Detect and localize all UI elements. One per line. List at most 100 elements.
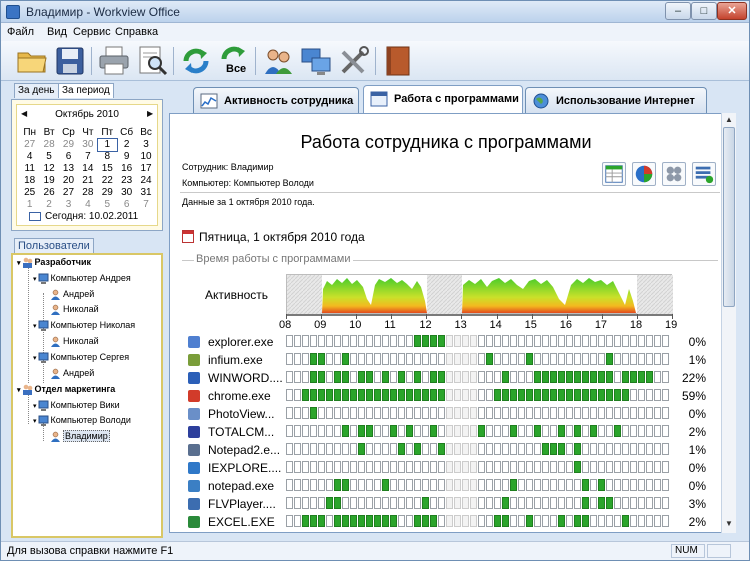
scroll-up-icon[interactable]: ▲: [724, 115, 734, 125]
calendar-day[interactable]: 29: [59, 139, 78, 151]
timeline-cell: [430, 515, 437, 527]
calendar-day[interactable]: 31: [136, 187, 155, 199]
calendar-day[interactable]: 5: [98, 199, 117, 211]
tree-expander-icon[interactable]: ▾: [33, 403, 37, 410]
calendar-day[interactable]: 7: [78, 151, 97, 163]
computers-icon[interactable]: [299, 44, 333, 78]
tree-item[interactable]: Владимир: [49, 430, 110, 443]
calendar-day[interactable]: 30: [117, 187, 136, 199]
calendar-day[interactable]: 1: [96, 138, 118, 152]
calendar-day[interactable]: 20: [59, 175, 78, 187]
calendar-day[interactable]: 9: [117, 151, 136, 163]
timeline-cell: [606, 353, 613, 365]
tree-expander-icon[interactable]: ▾: [33, 276, 37, 283]
calendar-day[interactable]: 6: [59, 151, 78, 163]
scroll-down-icon[interactable]: ▼: [724, 519, 734, 529]
vertical-scrollbar[interactable]: ▲ ▼: [721, 113, 736, 533]
refresh-all-button[interactable]: Все: [217, 44, 251, 78]
calendar-day[interactable]: 2: [117, 139, 136, 151]
timeline-cell: [318, 389, 325, 401]
users-icon[interactable]: [261, 44, 295, 78]
calendar-day[interactable]: 6: [117, 199, 136, 211]
calendar-day[interactable]: 8: [98, 151, 117, 163]
minimize-button[interactable]: –: [665, 2, 691, 20]
tree-item[interactable]: Андрей: [49, 368, 94, 380]
calendar-today[interactable]: Сегодня: 10.02.2011: [45, 211, 138, 222]
calendar-day[interactable]: 27: [20, 139, 39, 151]
calendar-day[interactable]: 3: [136, 139, 155, 151]
timeline-cell: [494, 389, 501, 401]
tab-programs[interactable]: Работа с программами: [363, 85, 523, 114]
calendar-day[interactable]: 29: [98, 187, 117, 199]
tree-expander-icon[interactable]: ▾: [17, 387, 21, 394]
calendar-day[interactable]: 21: [78, 175, 97, 187]
tree-item[interactable]: Андрей: [49, 289, 94, 301]
tab-per-day[interactable]: За день: [14, 83, 59, 98]
calendar-day[interactable]: 7: [136, 199, 155, 211]
calendar-day[interactable]: 26: [39, 187, 58, 199]
book-icon[interactable]: [381, 44, 415, 78]
tree-item[interactable]: ▾ Компьютер Николая: [33, 320, 135, 332]
calendar-day[interactable]: 25: [20, 187, 39, 199]
calendar-day[interactable]: 17: [136, 163, 155, 175]
calendar-day[interactable]: 30: [78, 139, 97, 151]
add-list-icon[interactable]: [692, 162, 716, 186]
calendar-day[interactable]: 13: [59, 163, 78, 175]
table-view-icon[interactable]: [602, 162, 626, 186]
calendar-day[interactable]: 23: [117, 175, 136, 187]
calendar-day[interactable]: 1: [20, 199, 39, 211]
menu-view[interactable]: Вид: [47, 26, 67, 38]
calendar-day[interactable]: 27: [59, 187, 78, 199]
calendar-day[interactable]: 5: [39, 151, 58, 163]
calendar-day[interactable]: 28: [78, 187, 97, 199]
tree-expander-icon[interactable]: ▾: [33, 355, 37, 362]
calendar-day[interactable]: 22: [98, 175, 117, 187]
calendar-day[interactable]: 15: [98, 163, 117, 175]
tree-expander-icon[interactable]: ▾: [17, 260, 21, 267]
tree-expander-icon[interactable]: ▾: [33, 323, 37, 330]
timeline-cell: [334, 371, 341, 383]
tree-item[interactable]: ▾ Компьютер Вики: [33, 400, 120, 412]
calendar-day[interactable]: 4: [78, 199, 97, 211]
calendar-day[interactable]: 24: [136, 175, 155, 187]
calendar-day[interactable]: 2: [39, 199, 58, 211]
timeline-cell: [542, 425, 549, 437]
calendar-day[interactable]: 3: [59, 199, 78, 211]
print-icon[interactable]: [97, 44, 131, 78]
calendar-day[interactable]: 12: [39, 163, 58, 175]
tree-item[interactable]: Николай: [49, 304, 99, 316]
print-preview-icon[interactable]: [135, 44, 169, 78]
refresh-icon[interactable]: [179, 44, 213, 78]
tree-item[interactable]: Николай: [49, 336, 99, 348]
tree-item[interactable]: ▾ Разработчик: [17, 257, 91, 269]
tab-internet-usage[interactable]: Использование Интернет: [525, 87, 707, 113]
tree-item[interactable]: ▾ Компьютер Сергея: [33, 352, 129, 364]
calendar-day[interactable]: 14: [78, 163, 97, 175]
tree-item[interactable]: ▾ Отдел маркетинга: [17, 384, 115, 396]
tools-icon[interactable]: [337, 44, 371, 78]
menu-service[interactable]: Сервис: [73, 26, 111, 38]
save-icon[interactable]: [53, 44, 87, 78]
tree-item[interactable]: ▾ Компьютер Володи: [33, 415, 131, 427]
calendar-day[interactable]: 28: [39, 139, 58, 151]
close-button[interactable]: ✕: [717, 2, 747, 20]
calendar-day[interactable]: 19: [39, 175, 58, 187]
maximize-button[interactable]: □: [691, 2, 717, 20]
tree-item[interactable]: ▾ Компьютер Андрея: [33, 273, 131, 285]
calendar-day[interactable]: 16: [117, 163, 136, 175]
tab-employee-activity[interactable]: Активность сотрудника: [193, 87, 359, 113]
next-month-arrow-icon[interactable]: ▶: [147, 109, 153, 118]
group-view-icon[interactable]: [662, 162, 686, 186]
tree-expander-icon[interactable]: ▾: [33, 418, 37, 425]
tree-item-label: Компьютер Вики: [50, 400, 120, 410]
calendar-day[interactable]: 18: [20, 175, 39, 187]
menu-file[interactable]: Файл: [7, 26, 34, 38]
open-folder-icon[interactable]: [15, 44, 49, 78]
calendar-day[interactable]: 4: [20, 151, 39, 163]
calendar-day[interactable]: 10: [136, 151, 155, 163]
calendar-day[interactable]: 11: [20, 163, 39, 175]
tab-per-period[interactable]: За период: [58, 83, 114, 98]
menu-help[interactable]: Справка: [115, 26, 158, 38]
scroll-thumb[interactable]: [723, 127, 735, 307]
pie-chart-icon[interactable]: [632, 162, 656, 186]
